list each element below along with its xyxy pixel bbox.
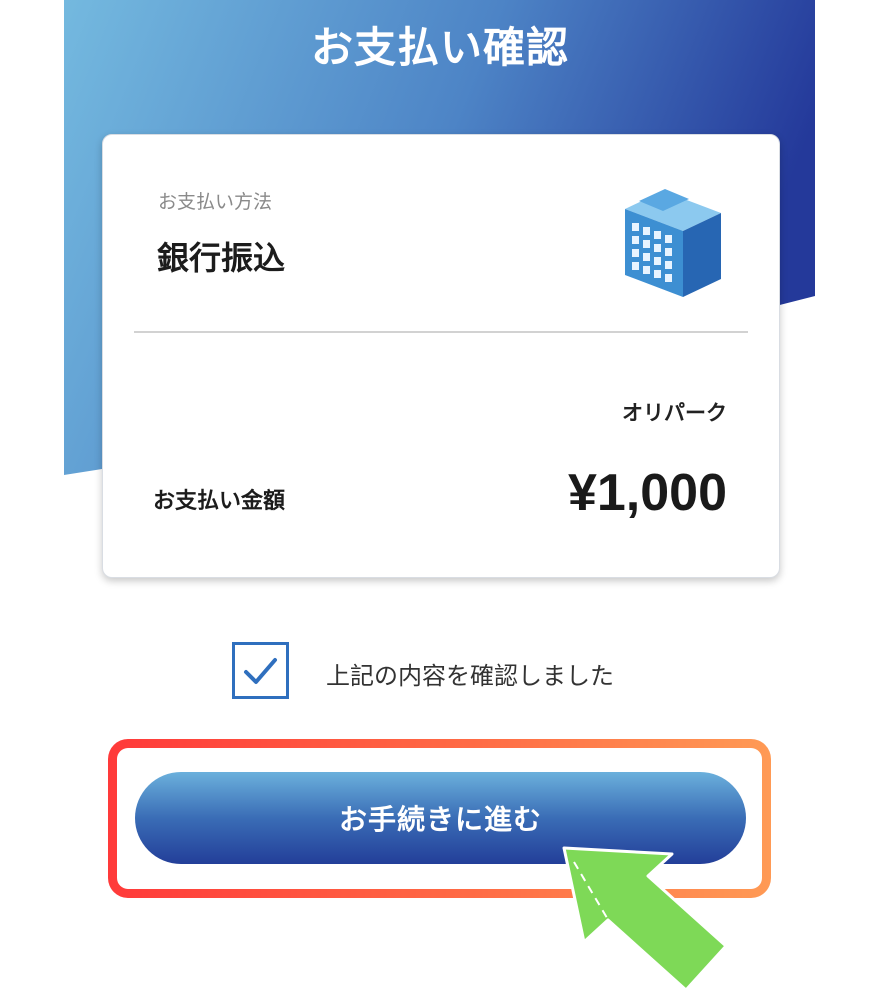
amount-value: ¥1,000: [567, 464, 727, 522]
card-divider: [134, 331, 748, 333]
checkmark-icon: [244, 658, 277, 684]
confirm-label[interactable]: 上記の内容を確認しました: [326, 656, 614, 691]
bank-building-icon: [625, 186, 721, 297]
pointer-arrow-icon: [562, 846, 728, 992]
merchant-name: オリパーク: [622, 401, 727, 425]
confirm-checkbox[interactable]: [232, 642, 289, 699]
payment-method-value: 銀行振込: [157, 239, 286, 277]
payment-method-caption: お支払い方法: [158, 191, 273, 213]
page-title: お支払い確認: [310, 23, 569, 72]
payment-summary-card: お支払い方法 銀行振込 オリパーク お支払い金額 ¥1,000: [102, 134, 780, 578]
amount-label: お支払い金額: [153, 489, 286, 514]
payment-confirmation-screen: お支払い確認 お支払い方法 銀行振込 オリパーク お支払い金額 ¥1,000 上…: [0, 0, 880, 1000]
